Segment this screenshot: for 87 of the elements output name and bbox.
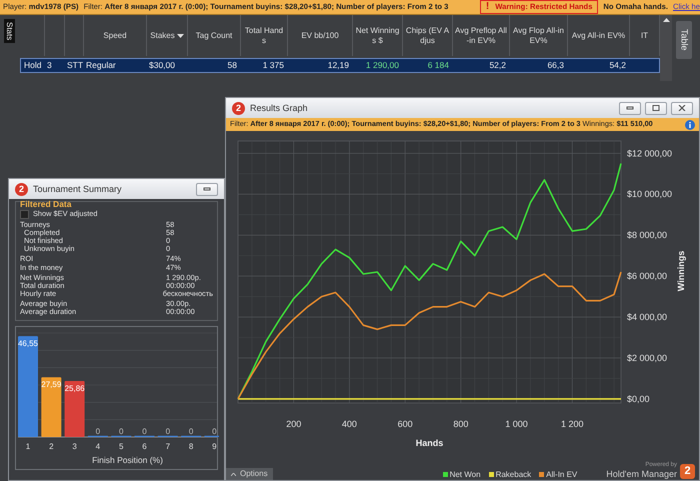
minimize-icon xyxy=(203,186,211,192)
close-icon xyxy=(678,105,686,111)
data-label: 25,86 xyxy=(64,384,85,393)
table-cell-text: 6 184 xyxy=(426,59,450,72)
data-label: 46,55 xyxy=(18,338,38,348)
column-header[interactable]: Net Winnings $ xyxy=(353,15,403,56)
warning-icon: ! xyxy=(486,1,490,13)
checkbox[interactable] xyxy=(20,210,29,219)
data-label: 0 xyxy=(142,426,147,436)
table-cell-text: 12,19 xyxy=(326,59,350,72)
axis-title: Finish Position (%) xyxy=(92,454,163,465)
minimize-icon xyxy=(626,105,634,111)
table-cell-text: STT xyxy=(66,59,83,72)
section-title: Filtered Data xyxy=(20,200,72,210)
column-header[interactable]: Speed xyxy=(84,15,147,56)
data-label: 27,59 xyxy=(41,380,62,390)
axis-tick-label: 5 xyxy=(118,442,124,451)
table-cell-text: 54,2 xyxy=(608,59,627,72)
table-row[interactable]: Hold 3 STT Regular $30,00 58 1 375 12,19 1 290,00 6 184 52,2 66,3 54,2 xyxy=(20,58,660,73)
axis-tick-label: 400 xyxy=(342,419,357,429)
table-cell-text: Regular xyxy=(85,59,117,72)
data-label: 0 xyxy=(166,426,170,436)
axis-tick-label: 2 xyxy=(49,442,54,451)
axis-tick-label: 1 xyxy=(26,442,30,451)
axis-tick-label: $12 000,00 xyxy=(627,148,672,158)
axis-tick-label: $0,00 xyxy=(627,394,650,404)
table-cell-text: 52,2 xyxy=(488,59,507,72)
brand-name: Hold'em Manager xyxy=(606,468,677,479)
app-logo: 2 xyxy=(232,102,245,114)
caret-icon xyxy=(231,472,236,476)
scroll-up-icon[interactable] xyxy=(662,18,670,22)
axis-tick-label: $6 000,00 xyxy=(627,271,668,282)
axis-tick-label: $4 000,00 xyxy=(627,312,668,322)
legend-label: Net Won xyxy=(450,470,481,479)
axis-tick-label: 800 xyxy=(453,419,468,429)
stats-tab[interactable]: Stats xyxy=(4,19,16,44)
axis-tick-label: 4 xyxy=(96,442,100,451)
close-button[interactable] xyxy=(671,102,693,114)
axis-title: Winnings xyxy=(676,250,686,292)
axis-tick-label: $2 000,00 xyxy=(627,352,668,363)
column-header[interactable]: Avg Preflop All-in EV% xyxy=(453,15,510,56)
column-header[interactable]: Stakes xyxy=(147,15,188,56)
column-header[interactable]: Avg Flop All-in EV% xyxy=(510,15,568,56)
window-title: Results Graph xyxy=(250,102,308,114)
column-header[interactable]: Tag Count xyxy=(188,15,241,56)
axis-tick-label: 600 xyxy=(398,419,413,429)
table-tab[interactable]: Table xyxy=(676,21,692,59)
axis-tick-label: 3 xyxy=(72,442,77,451)
column-header[interactable]: Avg All-in EV% xyxy=(568,15,630,56)
table-cell-text: 1 290,00 xyxy=(364,59,400,72)
table-cell-text: $30,00 xyxy=(148,59,176,72)
axis-tick-label: 7 xyxy=(166,442,170,451)
data-label: 0 xyxy=(118,426,124,436)
axis-tick-label: 1 000 xyxy=(505,419,528,429)
axis-tick-label: 8 xyxy=(188,442,194,451)
table-cell-text: 3 xyxy=(46,59,53,72)
data-label: 0 xyxy=(212,426,217,436)
column-header[interactable]: Chips (EV Adjus xyxy=(403,15,453,56)
legend-label: Rakeback xyxy=(496,470,532,479)
data-label: 0 xyxy=(188,426,194,436)
axis-tick-label: 6 xyxy=(142,442,147,451)
axis-tick-label: 200 xyxy=(286,419,302,429)
axis-tick-label: $10 000,00 xyxy=(627,189,672,200)
info-icon[interactable] xyxy=(685,120,695,130)
table-cell-text: 1 375 xyxy=(262,59,285,72)
brand-logo: 2 xyxy=(680,464,695,479)
app-logo: 2 xyxy=(15,182,28,196)
axis-title: Hands xyxy=(416,438,444,448)
column-header[interactable]: Total Hands xyxy=(241,15,288,56)
maximize-icon xyxy=(652,105,660,111)
maximize-button[interactable] xyxy=(645,102,667,114)
axis-tick-label: $8 000,00 xyxy=(627,230,668,240)
column-header[interactable]: EV bb/100 xyxy=(288,15,353,56)
scrollbar[interactable] xyxy=(660,15,672,81)
minimize-button[interactable] xyxy=(619,102,641,114)
table-cell-text: 58 xyxy=(226,59,238,72)
axis-tick-label: 1 200 xyxy=(561,419,584,429)
legend-label: All-In EV xyxy=(546,470,578,479)
bar xyxy=(64,380,85,437)
minimize-button[interactable] xyxy=(196,182,218,196)
bar xyxy=(41,377,62,437)
data-label: 0 xyxy=(96,426,100,436)
options-button[interactable]: Options xyxy=(226,468,273,480)
table-cell-text: 66,3 xyxy=(546,59,565,72)
axis-tick-label: 9 xyxy=(212,442,217,451)
window-title: Tournament Summary xyxy=(33,184,122,194)
table-cell-text: Hold xyxy=(23,59,42,72)
